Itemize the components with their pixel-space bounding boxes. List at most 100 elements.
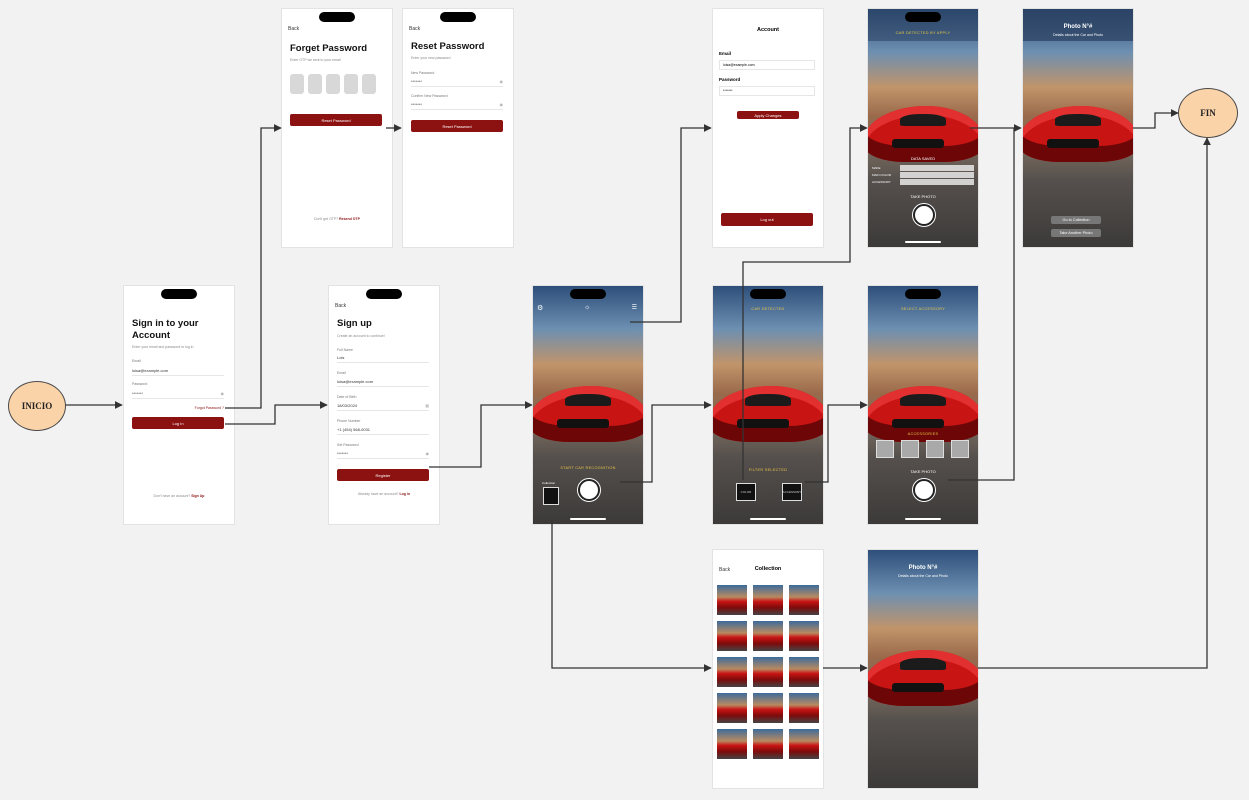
- collection-thumbnail[interactable]: [543, 487, 559, 505]
- collection-photo-thumbnail[interactable]: [717, 585, 747, 615]
- resend-otp-link[interactable]: Resend OTP: [339, 217, 360, 221]
- collection-photo-thumbnail[interactable]: [753, 729, 783, 759]
- signup-title: Sign up: [337, 318, 372, 329]
- account-icon[interactable]: ☰: [632, 304, 637, 311]
- shutter-button[interactable]: [913, 479, 935, 501]
- flash-icon[interactable]: ☼: [584, 304, 590, 311]
- eye-icon[interactable]: ◉: [500, 102, 504, 107]
- otp-box[interactable]: [308, 74, 322, 94]
- accessory-thumbnail[interactable]: [901, 440, 919, 458]
- otp-boxes[interactable]: [290, 74, 376, 94]
- shutter-button[interactable]: [578, 479, 600, 501]
- home-indicator: [570, 518, 606, 520]
- accessory-value-bar[interactable]: [900, 179, 974, 185]
- take-another-photo-button[interactable]: Take Another Photo: [1051, 229, 1101, 237]
- back-button[interactable]: Back: [288, 26, 299, 32]
- home-indicator: [905, 241, 941, 243]
- login-email-label: Email: [132, 359, 141, 363]
- home-indicator: [750, 518, 786, 520]
- otp-box[interactable]: [362, 74, 376, 94]
- back-button[interactable]: Back: [409, 26, 420, 32]
- color-option-button[interactable]: COLOR: [736, 483, 756, 501]
- shutter-button[interactable]: [913, 204, 935, 226]
- birth-field[interactable]: 18/03/2024 ▦: [337, 401, 429, 411]
- collection-photo-thumbnail[interactable]: [753, 621, 783, 651]
- collection-photo-thumbnail[interactable]: [789, 621, 819, 651]
- set-password-field[interactable]: ******* ◉: [337, 449, 429, 459]
- photo-detail-screen: Photo N°# Details about the Car and Phot…: [868, 550, 978, 788]
- notch: [750, 289, 786, 299]
- login-password-label: Password: [132, 382, 148, 386]
- accessory-top-text: SELECT ACCESSORY: [900, 307, 946, 311]
- login-footer-text: Don't have an account?: [153, 494, 191, 498]
- forget-title: Forget Password: [290, 43, 368, 54]
- signup-email-label: Email: [337, 371, 346, 375]
- login-email-field[interactable]: loisa@example.com: [132, 366, 224, 376]
- edge-camera-collection: [551, 520, 712, 672]
- login-button[interactable]: Log In: [132, 417, 224, 429]
- collection-photo-thumbnail[interactable]: [717, 657, 747, 687]
- new-password-field[interactable]: ******* ◉: [411, 77, 503, 87]
- set-password-label: Set Password: [337, 443, 359, 447]
- otp-box[interactable]: [290, 74, 304, 94]
- otp-box[interactable]: [344, 74, 358, 94]
- birth-label: Date of Birth: [337, 395, 357, 399]
- signup-link[interactable]: Sign Up: [191, 494, 204, 498]
- collection-photo-thumbnail[interactable]: [753, 657, 783, 687]
- back-button[interactable]: Back: [335, 303, 346, 309]
- calendar-icon[interactable]: ▦: [425, 403, 429, 408]
- collection-photo-thumbnail[interactable]: [789, 729, 819, 759]
- car-details-screen: CAR DETECTED BY APPLY DATA SAVED MAKE MA…: [868, 9, 978, 247]
- confirm-password-field[interactable]: ******* ◉: [411, 100, 503, 110]
- collection-photo-thumbnail[interactable]: [789, 657, 819, 687]
- eye-icon[interactable]: ◉: [500, 79, 504, 84]
- eye-icon[interactable]: ◉: [426, 451, 430, 456]
- notch: [161, 289, 197, 299]
- accessory-thumbnail[interactable]: [926, 440, 944, 458]
- login-password-field[interactable]: ******* ◉: [132, 389, 224, 399]
- data-saved-text: DATA SAVED: [910, 156, 936, 161]
- account-email-field[interactable]: loisa@example.com: [719, 60, 815, 70]
- apply-changes-button[interactable]: Apply Changes: [737, 111, 799, 119]
- login-link[interactable]: Log in: [399, 492, 410, 496]
- eye-icon[interactable]: ◉: [221, 391, 225, 396]
- name-value: Lois: [337, 355, 345, 360]
- phone-label: Phone Number: [337, 419, 361, 423]
- signup-email-field[interactable]: loisa@example.com: [337, 377, 429, 387]
- account-screen: Account Email loisa@example.com Password…: [713, 9, 823, 247]
- logout-button[interactable]: Log out: [721, 213, 813, 226]
- login-password-value: *******: [132, 391, 143, 396]
- edge-photo1-end: [1133, 109, 1179, 129]
- name-field[interactable]: Lois: [337, 353, 429, 363]
- accessory-thumbnail[interactable]: [951, 440, 969, 458]
- signup-footer: Already have an account? Log in: [329, 492, 439, 496]
- otp-box[interactable]: [326, 74, 340, 94]
- collection-photo-thumbnail[interactable]: [789, 585, 819, 615]
- go-to-collection-button[interactable]: Go to Collection: [1051, 216, 1101, 224]
- collection-photo-thumbnail[interactable]: [753, 585, 783, 615]
- collection-photo-thumbnail[interactable]: [717, 621, 747, 651]
- accessory-option-button[interactable]: ACCESSORY: [782, 483, 802, 501]
- settings-icon[interactable]: ⚙: [537, 304, 543, 312]
- collection-photo-thumbnail[interactable]: [717, 729, 747, 759]
- make-value-bar[interactable]: [900, 165, 974, 171]
- account-password-label: Password: [719, 77, 741, 82]
- account-password-field[interactable]: *******: [719, 86, 815, 96]
- collection-photo-thumbnail[interactable]: [789, 693, 819, 723]
- register-button[interactable]: Register: [337, 469, 429, 481]
- car-detected-screen: CAR DETECTED FILTER SELECTED COLOR ACCES…: [713, 286, 823, 524]
- forgot-password-link[interactable]: Forgot Password ?: [195, 406, 224, 410]
- reset-button[interactable]: Reset Password: [411, 120, 503, 132]
- signup-subtitle: Create an account to continue!: [337, 334, 385, 338]
- accessory-thumbnail[interactable]: [876, 440, 894, 458]
- collection-photo-thumbnail[interactable]: [717, 693, 747, 723]
- phone-field[interactable]: +1 (454) 568-0031: [337, 425, 429, 435]
- accessory-option-label: ACCESSORY: [782, 490, 802, 494]
- new-password-label: New Password: [411, 71, 435, 75]
- collection-photo-thumbnail[interactable]: [753, 693, 783, 723]
- account-title: Account: [757, 27, 779, 33]
- end-node: FIN: [1178, 88, 1238, 138]
- signup-screen: Back Sign up Create an account to contin…: [329, 286, 439, 524]
- forget-reset-button[interactable]: Reset Password: [290, 114, 382, 126]
- color-value-bar[interactable]: [900, 172, 974, 178]
